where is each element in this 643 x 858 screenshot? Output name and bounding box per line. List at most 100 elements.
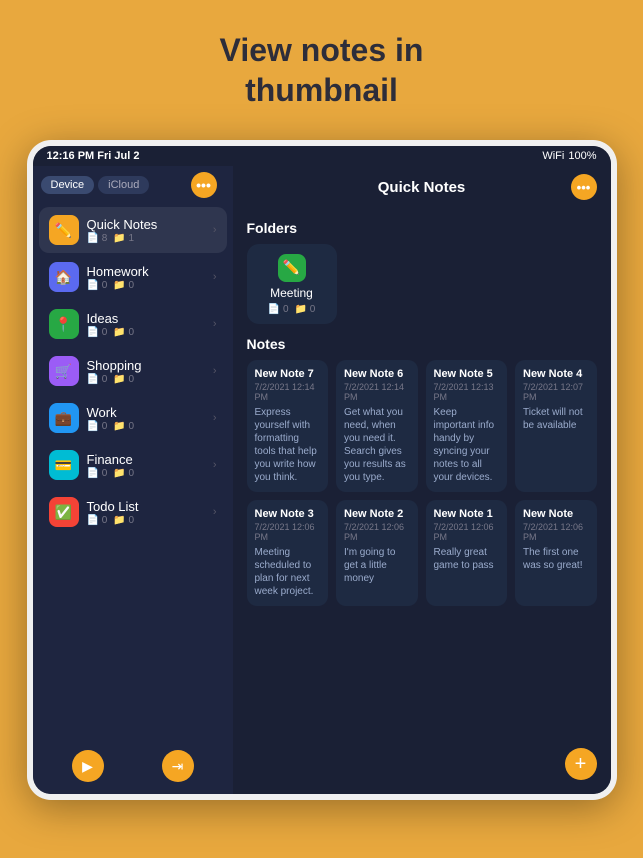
note-preview-3: Ticket will not be available: [523, 406, 589, 432]
sidebar-icon-shopping: 🛒: [49, 356, 79, 386]
folders-row: ✏️ Meeting 📄 0 📁 0: [247, 244, 597, 324]
sidebar-item-meta-homework: 📄 0 📁 0: [87, 280, 213, 291]
note-title-1: New Note 6: [344, 368, 410, 380]
note-card-2[interactable]: New Note 5 7/2/2021 12:13 PM Keep import…: [426, 360, 508, 492]
note-card-1[interactable]: New Note 6 7/2/2021 12:14 PM Get what yo…: [336, 360, 418, 492]
note-title-0: New Note 7: [255, 368, 321, 380]
note-title-7: New Note: [523, 508, 589, 520]
tablet-screen: 12:16 PM Fri Jul 2 WiFi 100% Device iClo…: [33, 146, 611, 794]
tablet-frame: 12:16 PM Fri Jul 2 WiFi 100% Device iClo…: [27, 140, 617, 800]
note-date-2: 7/2/2021 12:13 PM: [434, 382, 500, 402]
sidebar-item-name-todo-list: Todo List: [87, 499, 213, 514]
sidebar-icon-homework: 🏠: [49, 262, 79, 292]
sidebar-item-work[interactable]: 💼 Work 📄 0 📁 0 ›: [39, 395, 227, 441]
note-title-6: New Note 1: [434, 508, 500, 520]
folder-name-meeting: Meeting: [270, 286, 313, 300]
fab-button[interactable]: +: [565, 748, 597, 780]
sidebar-item-name-work: Work: [87, 405, 213, 420]
note-title-5: New Note 2: [344, 508, 410, 520]
sidebar-icon-finance: 💳: [49, 450, 79, 480]
note-date-7: 7/2/2021 12:06 PM: [523, 522, 589, 542]
note-date-4: 7/2/2021 12:06 PM: [255, 522, 321, 542]
sidebar-bottom-bar: ▶ ⇥: [33, 742, 233, 786]
folder-icon: 📁 0: [113, 327, 134, 338]
chevron-icon: ›: [213, 459, 217, 471]
export-button[interactable]: ⇥: [162, 750, 194, 782]
sidebar-item-finance[interactable]: 💳 Finance 📄 0 📁 0 ›: [39, 442, 227, 488]
battery-icon: 100%: [568, 150, 596, 162]
note-card-3[interactable]: New Note 4 7/2/2021 12:07 PM Ticket will…: [515, 360, 597, 492]
sidebar-item-ideas[interactable]: 📍 Ideas 📄 0 📁 0 ›: [39, 301, 227, 347]
doc-icon: 📄 0: [87, 280, 108, 291]
sidebar-item-meta-finance: 📄 0 📁 0: [87, 468, 213, 479]
notes-label: Notes: [247, 336, 597, 352]
doc-icon: 📄 8: [87, 233, 108, 244]
play-button[interactable]: ▶: [72, 750, 104, 782]
note-card-0[interactable]: New Note 7 7/2/2021 12:14 PM Express you…: [247, 360, 329, 492]
chevron-icon: ›: [213, 224, 217, 236]
sidebar-item-quick-notes[interactable]: ✏️ Quick Notes 📄 8 📁 1 ›: [39, 207, 227, 253]
status-right: WiFi 100%: [542, 150, 596, 162]
note-preview-2: Keep important info handy by syncing you…: [434, 406, 500, 484]
sidebar-items-list: ✏️ Quick Notes 📄 8 📁 1 › 🏠 Homework 📄 0 …: [33, 204, 233, 742]
sidebar-item-todo-list[interactable]: ✅ Todo List 📄 0 📁 0 ›: [39, 489, 227, 535]
note-card-5[interactable]: New Note 2 7/2/2021 12:06 PM I'm going t…: [336, 500, 418, 606]
content-menu-button[interactable]: •••: [571, 174, 597, 200]
sidebar-item-meta-ideas: 📄 0 📁 0: [87, 327, 213, 338]
status-time: 12:16 PM Fri Jul 2: [47, 150, 140, 162]
note-preview-7: The first one was so great!: [523, 546, 589, 572]
sidebar-item-meta-quick-notes: 📄 8 📁 1: [87, 233, 213, 244]
wifi-icon: WiFi: [542, 150, 564, 162]
sidebar-item-name-homework: Homework: [87, 264, 213, 279]
sidebar-item-homework[interactable]: 🏠 Homework 📄 0 📁 0 ›: [39, 254, 227, 300]
sidebar-item-meta-todo-list: 📄 0 📁 0: [87, 515, 213, 526]
note-preview-4: Meeting scheduled to plan for next week …: [255, 546, 321, 598]
chevron-icon: ›: [213, 365, 217, 377]
folder-icon-meeting: ✏️: [278, 254, 306, 282]
folder-meta-meeting: 📄 0 📁 0: [268, 304, 316, 315]
note-date-5: 7/2/2021 12:06 PM: [344, 522, 410, 542]
folder-icon: 📁 0: [113, 421, 134, 432]
note-preview-6: Really great game to pass: [434, 546, 500, 572]
sidebar-item-meta-shopping: 📄 0 📁 0: [87, 374, 213, 385]
sidebar-item-name-ideas: Ideas: [87, 311, 213, 326]
folder-icon: 📁 0: [113, 515, 134, 526]
note-title-4: New Note 3: [255, 508, 321, 520]
folder-icon: 📁 0: [113, 374, 134, 385]
chevron-icon: ›: [213, 412, 217, 424]
status-bar: 12:16 PM Fri Jul 2 WiFi 100%: [33, 146, 611, 166]
note-title-2: New Note 5: [434, 368, 500, 380]
content-area: Quick Notes ••• Folders ✏️ Meeting 📄 0: [233, 166, 611, 794]
note-card-4[interactable]: New Note 3 7/2/2021 12:06 PM Meeting sch…: [247, 500, 329, 606]
sidebar-icon-todo-list: ✅: [49, 497, 79, 527]
doc-icon: 📄 0: [87, 374, 108, 385]
sidebar-icon-work: 💼: [49, 403, 79, 433]
sidebar: Device iCloud ••• ✏️ Quick Notes 📄 8 📁 1…: [33, 166, 233, 794]
note-title-3: New Note 4: [523, 368, 589, 380]
page-heading: View notes in thumbnail: [220, 30, 424, 110]
icloud-tab[interactable]: iCloud: [98, 176, 149, 194]
note-card-7[interactable]: New Note 7/2/2021 12:06 PM The first one…: [515, 500, 597, 606]
device-tab[interactable]: Device: [41, 176, 95, 194]
sidebar-item-shopping[interactable]: 🛒 Shopping 📄 0 📁 0 ›: [39, 348, 227, 394]
doc-icon: 📄 0: [87, 421, 108, 432]
doc-icon: 📄 0: [87, 468, 108, 479]
note-card-6[interactable]: New Note 1 7/2/2021 12:06 PM Really grea…: [426, 500, 508, 606]
note-date-0: 7/2/2021 12:14 PM: [255, 382, 321, 402]
content-scroll[interactable]: Folders ✏️ Meeting 📄 0 📁 0: [233, 208, 611, 794]
content-title: Quick Notes: [273, 179, 571, 196]
sidebar-item-name-finance: Finance: [87, 452, 213, 467]
chevron-icon: ›: [213, 271, 217, 283]
folder-icon: 📁 0: [113, 468, 134, 479]
note-date-1: 7/2/2021 12:14 PM: [344, 382, 410, 402]
note-preview-5: I'm going to get a little money: [344, 546, 410, 585]
note-date-6: 7/2/2021 12:06 PM: [434, 522, 500, 542]
doc-icon: 📄 0: [87, 515, 108, 526]
notes-grid: New Note 7 7/2/2021 12:14 PM Express you…: [247, 360, 597, 606]
folder-card-meeting[interactable]: ✏️ Meeting 📄 0 📁 0: [247, 244, 337, 324]
sidebar-menu-button[interactable]: •••: [191, 172, 217, 198]
sidebar-item-meta-work: 📄 0 📁 0: [87, 421, 213, 432]
content-header: Quick Notes •••: [233, 166, 611, 208]
chevron-icon: ›: [213, 506, 217, 518]
sidebar-item-name-quick-notes: Quick Notes: [87, 217, 213, 232]
